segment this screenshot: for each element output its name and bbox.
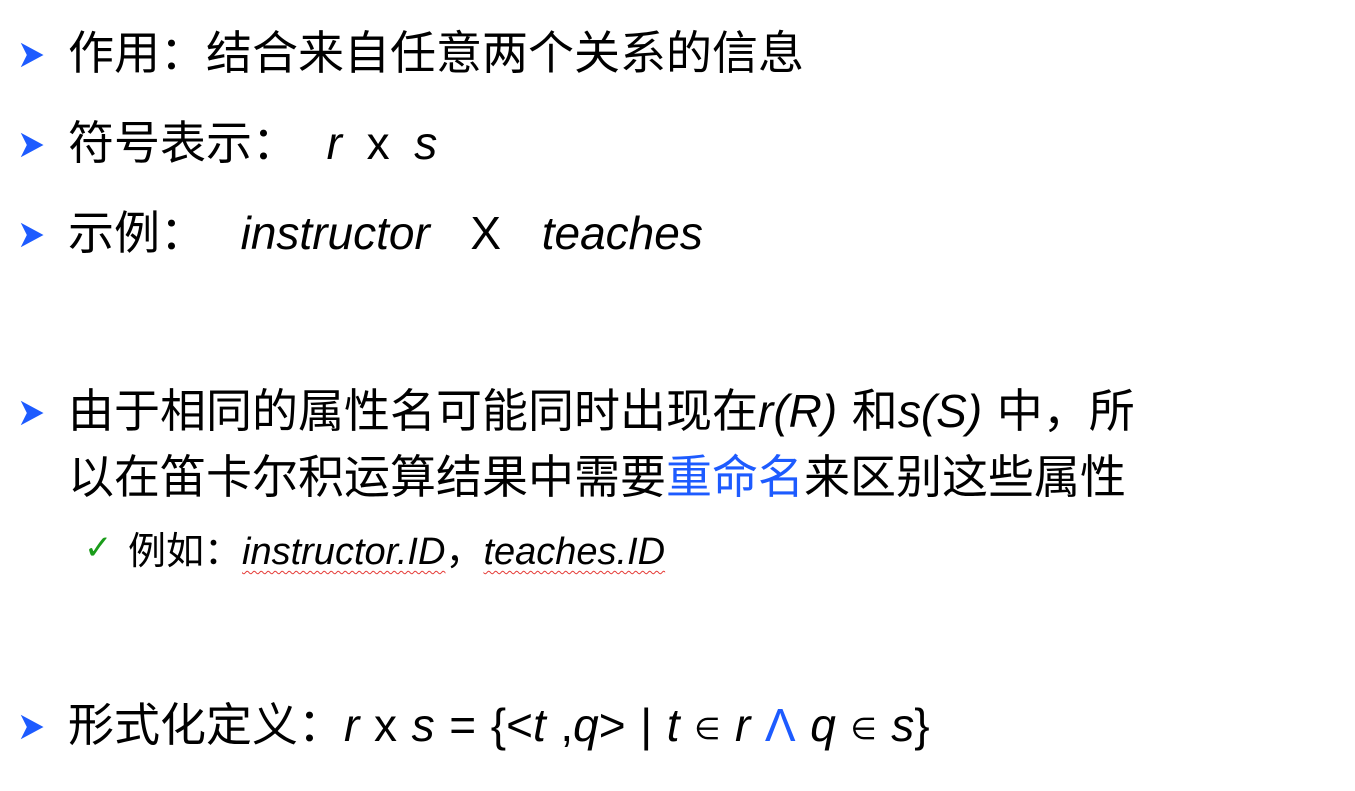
example-label: 示例：	[68, 206, 206, 260]
arrow-bullet-icon	[15, 710, 49, 746]
notation-x: x	[366, 117, 390, 169]
rename-part1: 由于相同的属性名可能同时出现在	[68, 384, 758, 438]
rename-part5: 来区别这些属性	[804, 450, 1126, 504]
formal-close-angle: >	[598, 699, 626, 751]
relation-s: s(S)	[897, 385, 983, 437]
example-id-1: instructor.ID	[242, 531, 446, 573]
formal-q2: q	[810, 699, 836, 751]
rename-highlight: 重命名	[666, 450, 804, 504]
arrow-bullet-icon	[15, 396, 49, 432]
example-op: X	[470, 207, 502, 259]
formal-bar: |	[640, 699, 653, 751]
formal-close: }	[914, 699, 930, 751]
example-text: 示例： instructor X teaches	[68, 202, 703, 264]
formal-eq: =	[449, 699, 477, 751]
formal-t2: t	[666, 699, 680, 751]
formal-comma: ,	[560, 699, 574, 751]
formal-r2: r	[734, 699, 751, 751]
arrow-bullet-icon	[15, 128, 49, 164]
rename-part2: 和	[837, 384, 898, 438]
relation-r: r(R)	[758, 385, 838, 437]
arrow-bullet-icon	[15, 218, 49, 254]
rename-text-row1: 由于相同的属性名可能同时出现在r(R) 和s(S) 中，所	[68, 380, 1135, 442]
example-left: instructor	[240, 207, 430, 259]
example-ids: 例如：instructor.ID，teaches.ID	[128, 526, 665, 577]
arrow-bullet-icon	[15, 38, 49, 74]
example-ids-label: 例如：	[128, 529, 243, 573]
rename-part3: 中，所	[982, 384, 1135, 438]
formal-label: 形式化定义：	[68, 698, 344, 752]
formal-x: x	[373, 699, 397, 751]
notation-s: s	[414, 117, 438, 169]
logical-and-symbol: Λ	[764, 699, 796, 751]
notation-label: 符号表示：	[68, 116, 298, 170]
formal-r: r	[344, 699, 360, 751]
notation-r: r	[326, 117, 342, 169]
element-of-icon: ∈	[850, 712, 877, 747]
rename-text-row2: 以在笛卡尔积运算结果中需要重命名来区别这些属性	[68, 446, 1126, 508]
example-right: teaches	[541, 207, 703, 259]
element-of-icon: ∈	[694, 712, 721, 747]
formal-open: {<	[490, 699, 533, 751]
formal-s: s	[411, 699, 435, 751]
formal-s2: s	[891, 699, 915, 751]
example-ids-sep: ，	[445, 529, 484, 573]
formal-definition: 形式化定义：r x s = {<t ,q> | t ∈ r Λ q ∈ s}	[68, 694, 930, 761]
example-id-2: teaches.ID	[483, 531, 666, 573]
purpose-text: 作用：结合来自任意两个关系的信息	[68, 26, 804, 80]
rename-part4: 以在笛卡尔积运算结果中需要	[68, 450, 666, 504]
formal-q: q	[573, 699, 599, 751]
checkmark-icon: ✓	[84, 528, 113, 568]
formal-t: t	[532, 699, 546, 751]
notation-text: 符号表示： r x s	[68, 112, 437, 174]
